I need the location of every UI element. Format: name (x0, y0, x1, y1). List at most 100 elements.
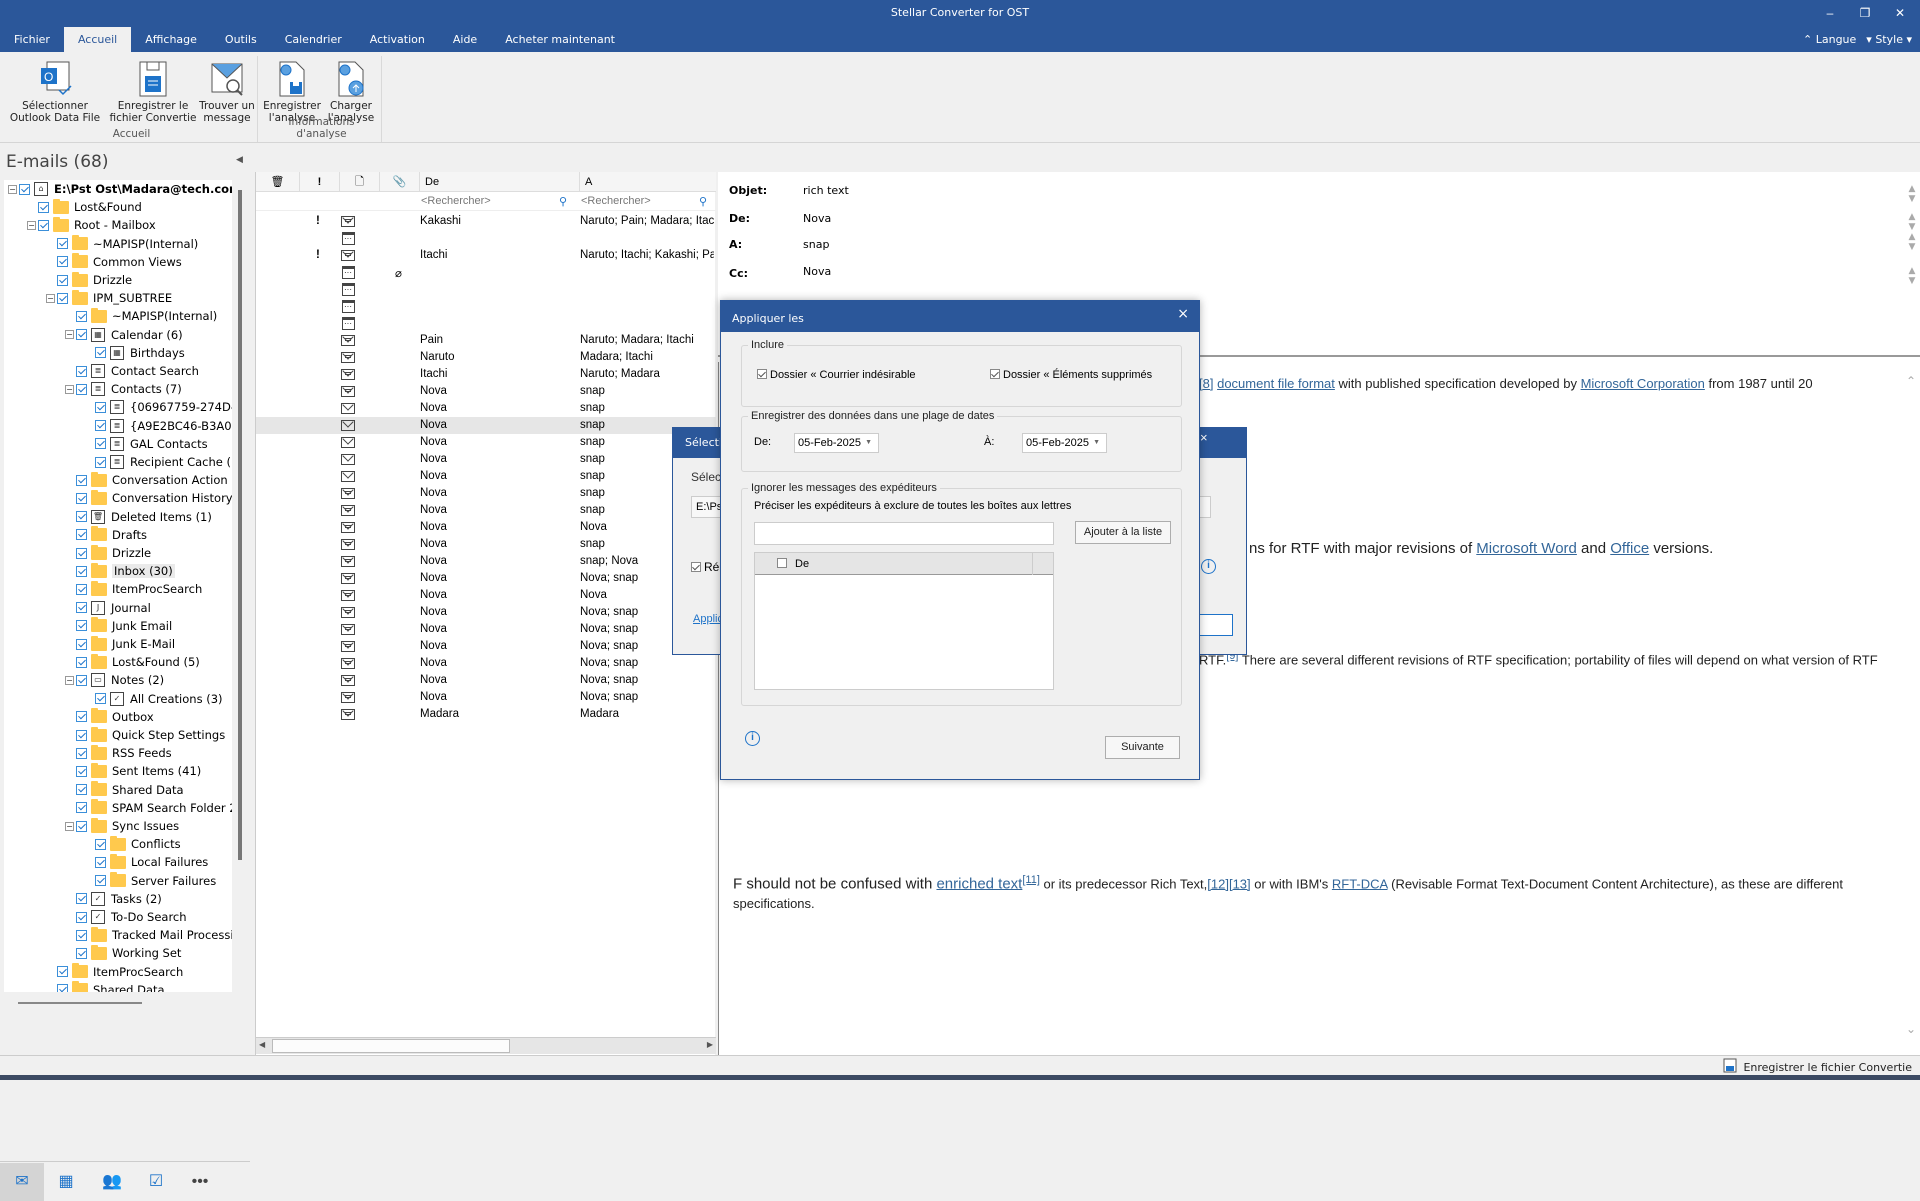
collapse-toggle-icon[interactable]: − (46, 293, 55, 303)
tree-checkbox[interactable] (76, 784, 87, 796)
tree-checkbox[interactable] (76, 911, 87, 923)
message-row[interactable]: Nova Nova; snap (256, 638, 716, 655)
message-row[interactable]: ⌀ (256, 264, 716, 281)
message-row[interactable]: Nova snap (256, 383, 716, 400)
tree-node[interactable]: Junk Email (76, 617, 172, 635)
tab-accueil[interactable]: Accueil (63, 27, 132, 52)
message-row[interactable]: Nova snap (256, 451, 716, 468)
langue-menu[interactable]: ⌃ Langue (1803, 27, 1856, 52)
collapse-toggle-icon[interactable]: − (65, 675, 74, 685)
message-row[interactable]: Nova Nova; snap (256, 621, 716, 638)
collapse-toggle-icon[interactable]: − (65, 330, 74, 340)
tree-checkbox[interactable] (57, 984, 68, 992)
col-from[interactable]: De (420, 172, 580, 192)
nav-calendar-button[interactable]: ▦ (44, 1163, 88, 1201)
tree-hscrollbar[interactable] (18, 1002, 142, 1004)
tree-node[interactable]: Drizzle (76, 544, 151, 562)
tree-checkbox[interactable] (76, 620, 87, 632)
col-type[interactable]: 🗋 (340, 172, 380, 192)
tree-checkbox[interactable] (57, 238, 68, 250)
add-to-list-button[interactable]: Ajouter à la liste (1075, 521, 1171, 544)
tree-checkbox[interactable] (76, 729, 87, 741)
tree-checkbox[interactable] (38, 201, 49, 213)
nav-tasks-button[interactable]: ☑ (134, 1163, 178, 1201)
tree-node[interactable]: Server Failures (95, 872, 216, 890)
header-scroll-arrows[interactable]: ▲ ▼ (1905, 266, 1919, 286)
info-icon[interactable]: i (745, 731, 760, 746)
tree-node[interactable]: Drizzle (57, 271, 132, 289)
tree-checkbox[interactable] (95, 420, 106, 432)
message-row[interactable]: Madara Madara (256, 706, 716, 723)
ref-link[interactable]: [12][13] (1207, 876, 1250, 891)
tree-node[interactable]: Inbox (30) (76, 562, 175, 580)
tree-node[interactable]: ≣ Contact Search (76, 362, 199, 380)
body-link[interactable]: Microsoft Word (1476, 540, 1577, 557)
tree-node[interactable]: − Sync Issues (65, 817, 179, 835)
collapse-toggle-icon[interactable]: − (65, 821, 74, 831)
tree-node[interactable]: − ▦ Calendar (6) (65, 326, 183, 344)
tree-node[interactable]: ✓ Tasks (2) (76, 890, 162, 908)
message-row[interactable]: Nova snap (256, 485, 716, 502)
scroll-left-icon[interactable]: ◀ (259, 1040, 265, 1049)
tree-checkbox[interactable] (76, 602, 87, 614)
next-button[interactable]: Suivante (1105, 736, 1180, 759)
tree-checkbox[interactable] (76, 747, 87, 759)
tree-node[interactable]: Shared Data (76, 781, 184, 799)
tree-checkbox[interactable] (76, 802, 87, 814)
tree-checkbox[interactable] (95, 856, 106, 868)
header-scroll-arrows[interactable]: ▲ ▼ (1905, 184, 1919, 204)
tree-node[interactable]: ItemProcSearch (57, 963, 183, 981)
tree-node[interactable]: Sent Items (41) (76, 762, 201, 780)
tree-checkbox[interactable] (76, 656, 87, 668)
body-scroll-up-icon[interactable]: ⌃ (1904, 374, 1918, 388)
message-row[interactable]: Nova snap (256, 400, 716, 417)
tree-node[interactable]: − IPM_SUBTREE (46, 289, 172, 307)
nav-more-button[interactable]: ••• (178, 1163, 222, 1201)
tree-node[interactable]: ▦ Birthdays (95, 344, 185, 362)
col-delete[interactable]: 🗑 (256, 172, 300, 192)
message-row[interactable]: Pain Naruto; Madara; Itachi (256, 332, 716, 349)
tree-node[interactable]: SPAM Search Folder 2 (76, 799, 232, 817)
tree-checkbox[interactable] (76, 947, 87, 959)
tab-aide[interactable]: Aide (439, 27, 491, 52)
message-row[interactable] (256, 230, 716, 247)
tab-outils[interactable]: Outils (211, 27, 271, 52)
search-icon[interactable]: ⚲ (699, 195, 707, 208)
tree-node[interactable]: ≣ {06967759-274D-4 (95, 398, 232, 416)
tree-node[interactable]: Conflicts (95, 835, 181, 853)
to-date-picker[interactable]: 05-Feb-2025 ▼ (1022, 433, 1107, 453)
col-attachment[interactable]: 📎 (380, 172, 420, 192)
tree-node[interactable]: − ⌂ E:\Pst Ost\Madara@tech.com - (8, 180, 232, 198)
tree-node[interactable]: Tracked Mail Processin (76, 926, 232, 944)
collapse-toggle-icon[interactable]: − (27, 220, 36, 230)
scroll-right-icon[interactable]: ▶ (707, 1040, 713, 1049)
tree-checkbox[interactable] (57, 292, 68, 304)
tree-node[interactable]: − ≣ Contacts (7) (65, 380, 182, 398)
tree-checkbox[interactable] (76, 638, 87, 650)
tree-checkbox[interactable] (57, 256, 68, 268)
load-scan-button[interactable]: Charger l'analyse (322, 56, 380, 124)
apply-link[interactable]: Applic (693, 613, 723, 625)
tree-checkbox[interactable] (95, 347, 106, 359)
collapse-toggle-icon[interactable]: − (65, 384, 74, 394)
tree-node[interactable]: ≣ {A9E2BC46-B3A0- (95, 417, 232, 435)
tree-scrollbar[interactable] (238, 190, 242, 860)
tree-node[interactable]: Lost&Found (5) (76, 653, 200, 671)
tree-checkbox[interactable] (95, 693, 106, 705)
tree-node[interactable]: Lost&Found (38, 198, 142, 216)
tree-checkbox[interactable] (76, 529, 87, 541)
body-link[interactable]: RFT-DCA (1332, 876, 1388, 891)
dialog-close-button[interactable]: × (1177, 301, 1189, 327)
tree-checkbox[interactable] (76, 711, 87, 723)
sender-input[interactable] (754, 522, 1054, 545)
tree-node[interactable]: ✓ To-Do Search (76, 908, 187, 926)
tree-node[interactable]: ≣ Recipient Cache ( (95, 453, 231, 471)
tree-checkbox[interactable] (57, 966, 68, 978)
body-scroll-down-icon[interactable]: ⌄ (1904, 1022, 1918, 1036)
tree-checkbox[interactable] (38, 219, 49, 231)
tree-node[interactable]: − ▭ Notes (2) (65, 671, 164, 689)
from-date-picker[interactable]: 05-Feb-2025 ▼ (794, 433, 879, 453)
nav-mail-button[interactable]: ✉ (0, 1163, 44, 1201)
message-row[interactable]: Nova Nova; snap (256, 604, 716, 621)
tree-checkbox[interactable] (76, 547, 87, 559)
